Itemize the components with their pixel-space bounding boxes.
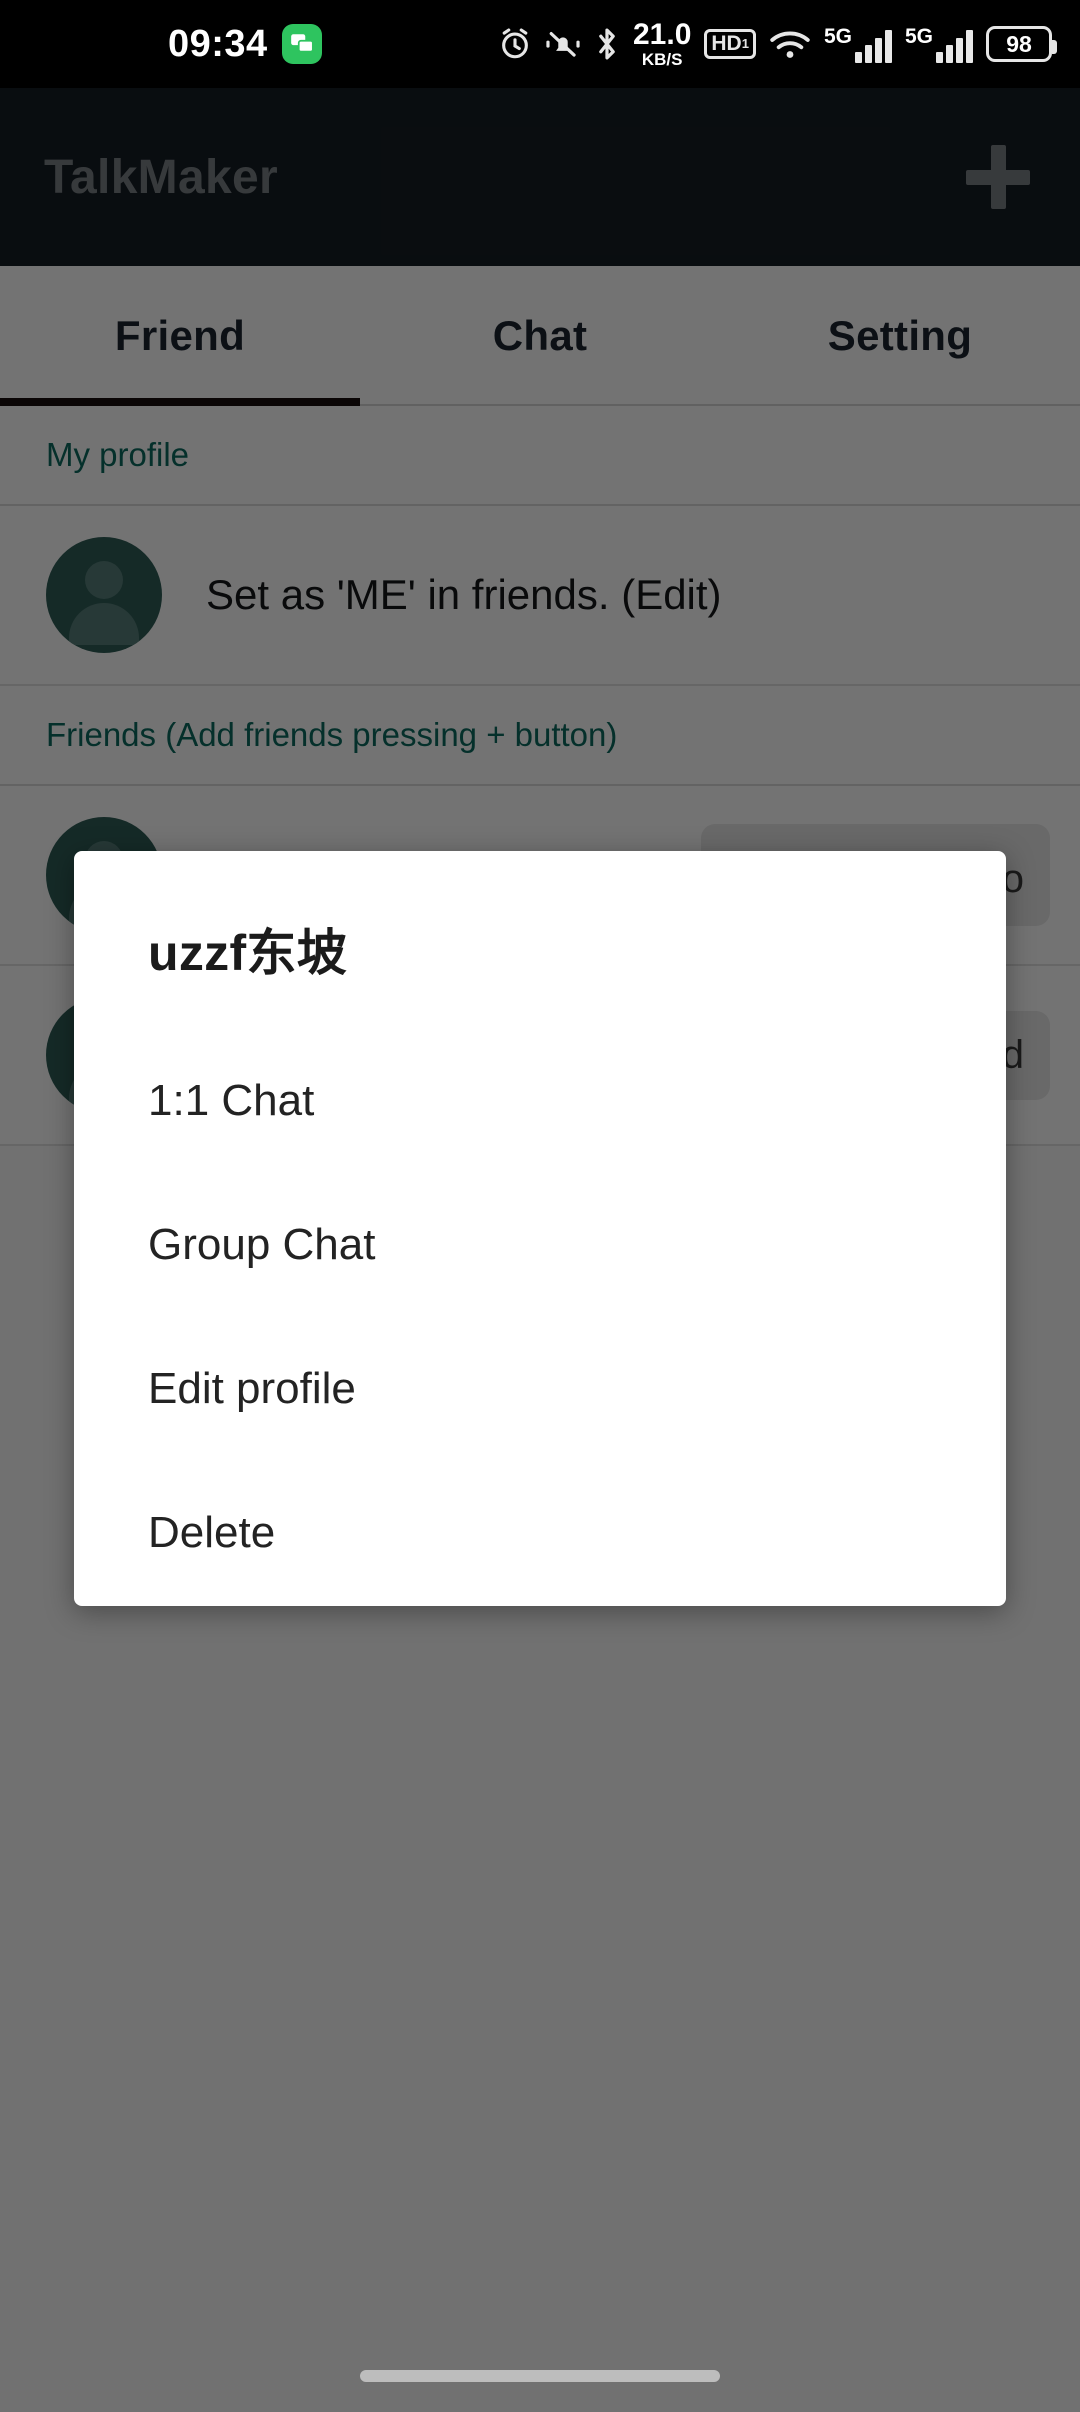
dialog-title: uzzf东坡 — [148, 925, 347, 981]
hd-label: HD — [711, 31, 742, 55]
network-speed-unit: KB/S — [641, 50, 683, 69]
wifi-icon — [769, 27, 811, 61]
status-bar-right: 21.0 KB/S HD 1 5G 5G 98 — [498, 18, 1057, 69]
dialog-item-delete[interactable]: Delete — [74, 1461, 1006, 1605]
dialog-item-label: Delete — [148, 1508, 276, 1557]
network-speed-indicator: 21.0 KB/S — [633, 18, 692, 69]
status-bar: 09:34 21.0 KB/S HD 1 5G 5G 98 — [0, 0, 1080, 88]
friend-options-dialog: uzzf东坡 1:1 Chat Group Chat Edit profile … — [74, 851, 1006, 1606]
message-bubble-icon — [281, 24, 322, 64]
alarm-icon — [498, 27, 532, 61]
hd-volte-icon: HD 1 — [704, 28, 756, 60]
sim2-signal-icon: 5G — [905, 26, 973, 63]
phone-screen: Friend Chat Setting My profile Set as 'M… — [0, 0, 1080, 2412]
dialog-item-label: Edit profile — [148, 1364, 356, 1413]
dialog-item-edit-profile[interactable]: Edit profile — [74, 1317, 1006, 1461]
network-speed-value: 21.0 — [633, 18, 692, 51]
sim1-signal-icon: 5G — [824, 26, 892, 63]
vibrate-mute-icon — [545, 28, 581, 60]
sim2-signal-bars — [936, 29, 973, 63]
sim1-signal-bars — [854, 29, 892, 63]
dialog-item-label: Group Chat — [148, 1220, 376, 1269]
gesture-navigation-bar — [0, 2340, 1080, 2412]
bluetooth-icon — [594, 27, 620, 61]
dialog-item-group-chat[interactable]: Group Chat — [74, 1173, 1006, 1317]
dialog-menu-list: 1:1 Chat Group Chat Edit profile Delete — [74, 1029, 1006, 1605]
sim2-network-label: 5G — [904, 24, 933, 48]
status-bar-left: 09:34 — [168, 23, 322, 66]
dialog-item-one-to-one-chat[interactable]: 1:1 Chat — [74, 1029, 1006, 1173]
sim1-network-label: 5G — [823, 24, 852, 48]
battery-level-label: 98 — [1006, 30, 1032, 57]
gesture-home-pill[interactable] — [360, 2370, 720, 2382]
dialog-item-label: 1:1 Chat — [148, 1076, 315, 1125]
status-bar-clock: 09:34 — [168, 22, 268, 65]
hd-sup-label: 1 — [741, 36, 749, 52]
battery-icon: 98 — [986, 26, 1057, 62]
